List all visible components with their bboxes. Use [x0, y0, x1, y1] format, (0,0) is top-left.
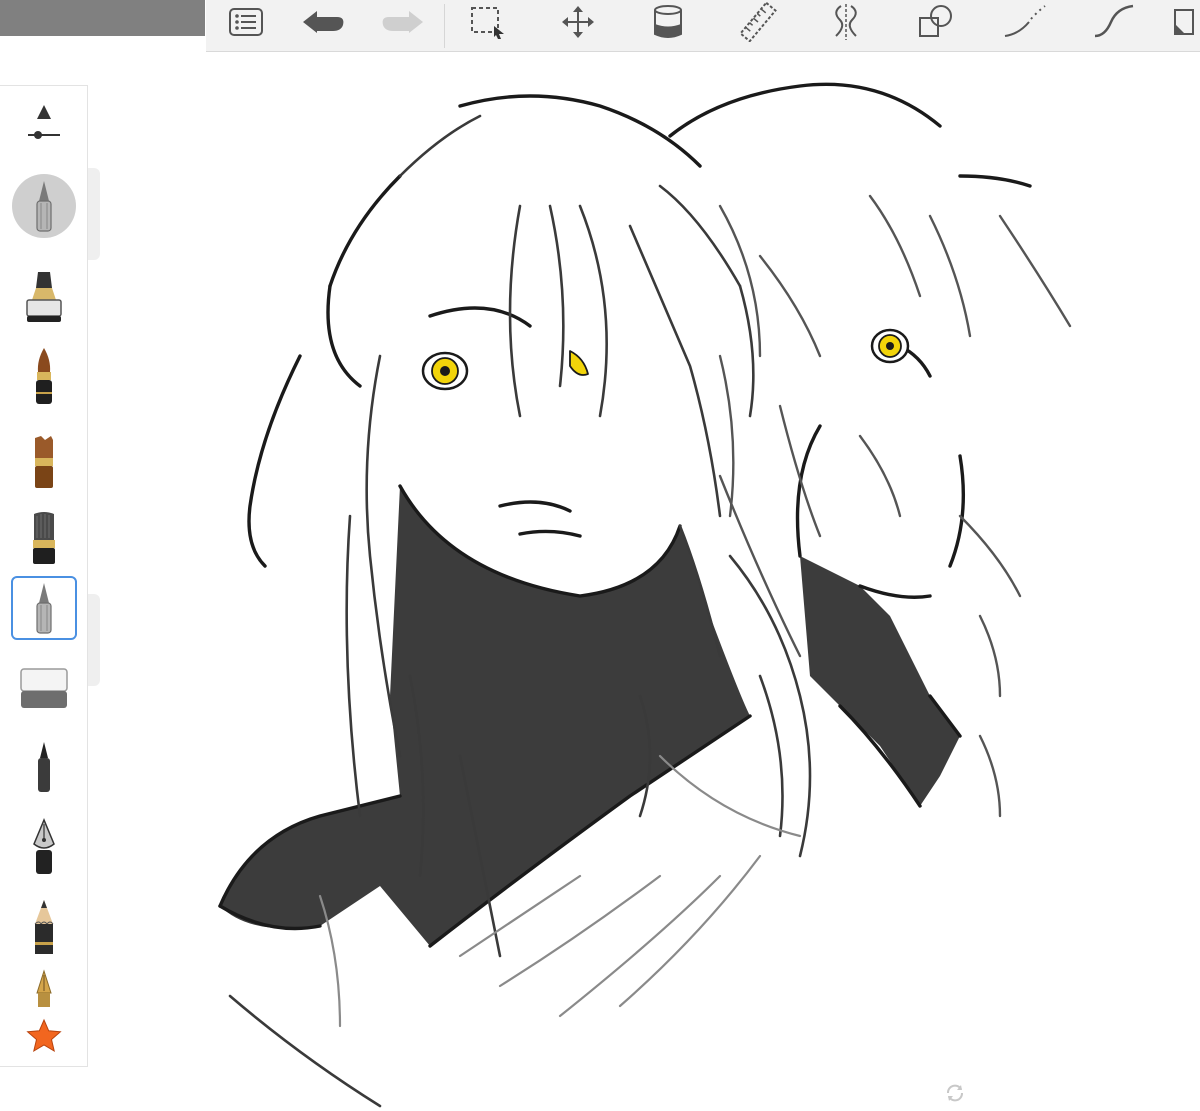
undo-arrow-icon: [303, 11, 344, 33]
active-brush-highlight: [12, 174, 76, 238]
shapes-icon: [919, 5, 952, 37]
felt-pen-icon: [38, 742, 50, 792]
ruler-button[interactable]: [730, 0, 786, 44]
size-slider-icon: [28, 105, 60, 139]
size-opacity-slider[interactable]: [0, 96, 88, 146]
symmetry-icon: [835, 4, 857, 40]
redo-button[interactable]: [374, 0, 430, 44]
layers-list-button[interactable]: [218, 0, 274, 44]
undo-button[interactable]: [296, 0, 352, 44]
brush-slot-marker[interactable]: [0, 262, 88, 334]
redo-arrow-icon: [382, 11, 423, 33]
brush-slot-flat-brush[interactable]: [0, 426, 88, 498]
brush-slot-felt-pen[interactable]: [0, 734, 88, 800]
selected-brush-frame: [11, 576, 77, 640]
menu-strip[interactable]: [0, 0, 205, 36]
brush-slot-active[interactable]: [0, 170, 88, 242]
toolbar-divider: [444, 4, 445, 48]
right-figure-eye: [870, 328, 910, 364]
ruler-icon: [739, 2, 777, 42]
ballpoint-pen-icon: [36, 181, 52, 232]
paint-bucket-icon: [654, 5, 682, 38]
eraser-icon: [20, 668, 68, 708]
favorites-button[interactable]: [0, 1014, 88, 1058]
brush-panel: [0, 85, 88, 1067]
brush-slot-round-brush[interactable]: [0, 502, 88, 574]
nib-icon: [36, 969, 52, 1007]
brush-slot-pencil[interactable]: [0, 892, 88, 962]
predictive-stroke-button[interactable]: [998, 0, 1054, 44]
flat-brush-icon: [35, 436, 53, 488]
brush-slot-nib[interactable]: [0, 964, 88, 1014]
s-curve-icon: [1094, 4, 1134, 38]
star-icon: [26, 1018, 62, 1053]
selection-button[interactable]: [460, 0, 516, 44]
paint-brush-icon: [36, 348, 52, 404]
transform-button[interactable]: [550, 0, 606, 44]
brush-panel-tab-upper[interactable]: [88, 168, 100, 260]
round-brush-icon: [33, 512, 55, 564]
more-button[interactable]: [1166, 0, 1200, 44]
drawing-canvas[interactable]: [100, 56, 1200, 1111]
brush-slot-eraser[interactable]: [0, 656, 88, 722]
sketch-artwork: [218, 82, 1072, 1108]
dotted-curve-icon: [1004, 5, 1046, 37]
top-toolbar: [206, 0, 1200, 52]
brush-panel-tab-lower[interactable]: [88, 594, 100, 686]
marker-icon: [26, 272, 62, 322]
fill-button[interactable]: [640, 0, 696, 44]
list-icon: [229, 8, 263, 36]
ballpoint-pen-icon: [36, 583, 52, 634]
steady-stroke-button[interactable]: [1086, 0, 1142, 44]
sketch-app: [0, 0, 1200, 1111]
pencil-icon: [34, 900, 54, 954]
fountain-pen-icon: [33, 818, 55, 874]
symmetry-button[interactable]: [818, 0, 874, 44]
shapes-button[interactable]: [908, 0, 964, 44]
move-arrows-icon: [562, 6, 594, 38]
marquee-select-icon: [471, 7, 504, 39]
panel-corner-icon: [1174, 9, 1194, 35]
brush-slot-selected[interactable]: [0, 572, 88, 644]
brush-slot-fountain-pen[interactable]: [0, 812, 88, 882]
sync-icon: [947, 1084, 963, 1102]
brush-slot-paint-brush[interactable]: [0, 340, 88, 412]
